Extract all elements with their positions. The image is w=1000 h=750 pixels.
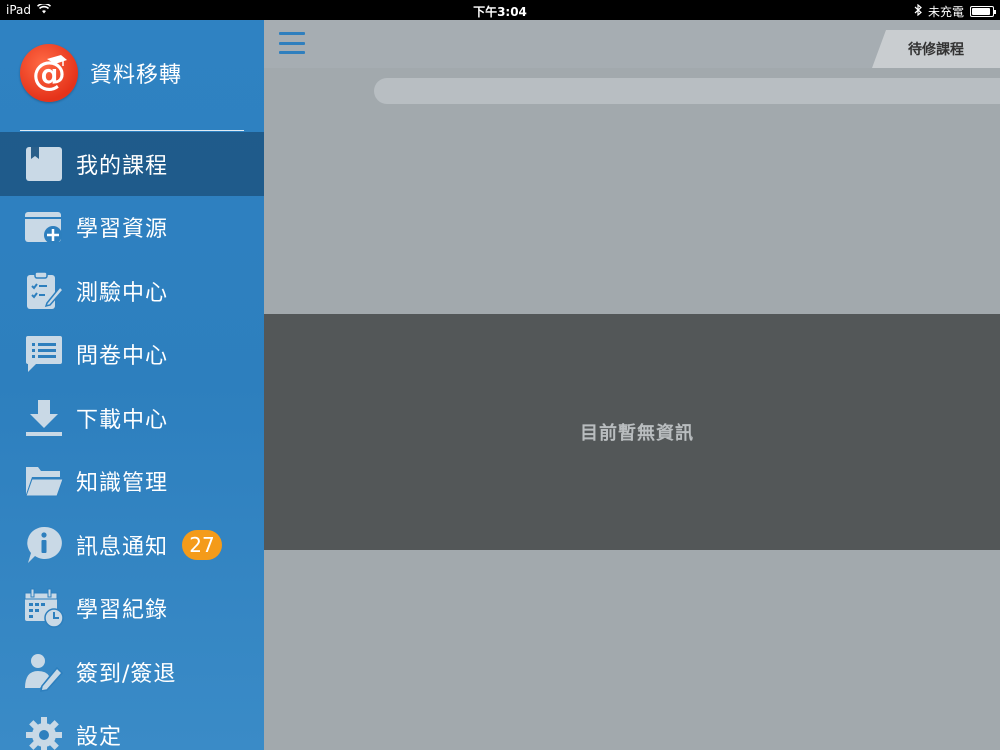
info-bubble-icon bbox=[24, 525, 64, 565]
bluetooth-icon bbox=[914, 3, 922, 19]
top-bar: 待修課程 bbox=[264, 20, 1000, 68]
hamburger-menu-icon[interactable] bbox=[279, 32, 305, 54]
sidebar-item-label: 知識管理 bbox=[76, 471, 169, 497]
book-icon bbox=[24, 144, 64, 184]
empty-state-panel: 目前暫無資訊 bbox=[264, 314, 1000, 550]
sidebar-item-label: 設定 bbox=[76, 725, 123, 750]
brand[interactable]: @ 資料移轉 bbox=[20, 44, 182, 102]
sidebar-item-label: 訊息通知 bbox=[76, 534, 169, 560]
search-input[interactable] bbox=[374, 78, 1000, 104]
brand-title: 資料移轉 bbox=[90, 63, 183, 88]
sidebar-item-notifications[interactable]: 訊息通知 27 bbox=[0, 513, 264, 577]
tab-pending-courses[interactable]: 待修課程 bbox=[872, 30, 1000, 68]
sidebar-item-knowledge-management[interactable]: 知識管理 bbox=[0, 450, 264, 514]
notification-badge: 27 bbox=[182, 529, 223, 560]
sidebar-item-my-courses[interactable]: 我的課程 bbox=[0, 132, 264, 196]
status-time: 下午3:04 bbox=[473, 5, 527, 19]
sidebar-item-label: 學習紀錄 bbox=[76, 598, 169, 624]
user-edit-icon bbox=[24, 652, 64, 692]
sidebar-item-check-in-out[interactable]: 簽到/簽退 bbox=[0, 640, 264, 704]
charging-status: 未充電 bbox=[927, 5, 964, 19]
sidebar-item-learning-resources[interactable]: 學習資源 bbox=[0, 196, 264, 260]
sidebar-item-survey-center[interactable]: 問卷中心 bbox=[0, 323, 264, 387]
sidebar-item-label: 簽到/簽退 bbox=[76, 661, 177, 687]
empty-state-message: 目前暫無資訊 bbox=[580, 423, 694, 444]
sidebar-item-test-center[interactable]: 測驗中心 bbox=[0, 259, 264, 323]
sidebar-item-label: 問卷中心 bbox=[76, 344, 169, 370]
sidebar-item-label: 我的課程 bbox=[76, 153, 169, 179]
battery-icon bbox=[970, 6, 996, 17]
sidebar: @ 資料移轉 我的課程 學習資源 測驗中心 問卷中心 下載中心 知識管理 訊息通… bbox=[0, 20, 264, 750]
calendar-clock-icon bbox=[24, 588, 64, 628]
status-bar: iPad 下午3:04 未充電 bbox=[0, 0, 1000, 20]
clipboard-edit-icon bbox=[24, 271, 64, 311]
sidebar-item-settings[interactable]: 設定 bbox=[0, 704, 264, 750]
at-logo-icon: @ bbox=[20, 44, 78, 102]
sidebar-menu: 我的課程 學習資源 測驗中心 問卷中心 下載中心 知識管理 訊息通知 27 學習… bbox=[0, 132, 264, 750]
sidebar-item-label: 學習資源 bbox=[76, 217, 169, 243]
sidebar-item-learning-records[interactable]: 學習紀錄 bbox=[0, 577, 264, 641]
folder-open-icon bbox=[24, 461, 64, 501]
gear-icon bbox=[24, 715, 64, 750]
main-content: 待修課程 目前暫無資訊 bbox=[264, 20, 1000, 750]
download-icon bbox=[24, 398, 64, 438]
sidebar-item-label: 測驗中心 bbox=[76, 280, 169, 306]
folder-add-icon bbox=[24, 207, 64, 247]
divider bbox=[20, 130, 244, 131]
sidebar-item-label: 下載中心 bbox=[76, 407, 169, 433]
chat-list-icon bbox=[24, 334, 64, 374]
sidebar-item-download-center[interactable]: 下載中心 bbox=[0, 386, 264, 450]
